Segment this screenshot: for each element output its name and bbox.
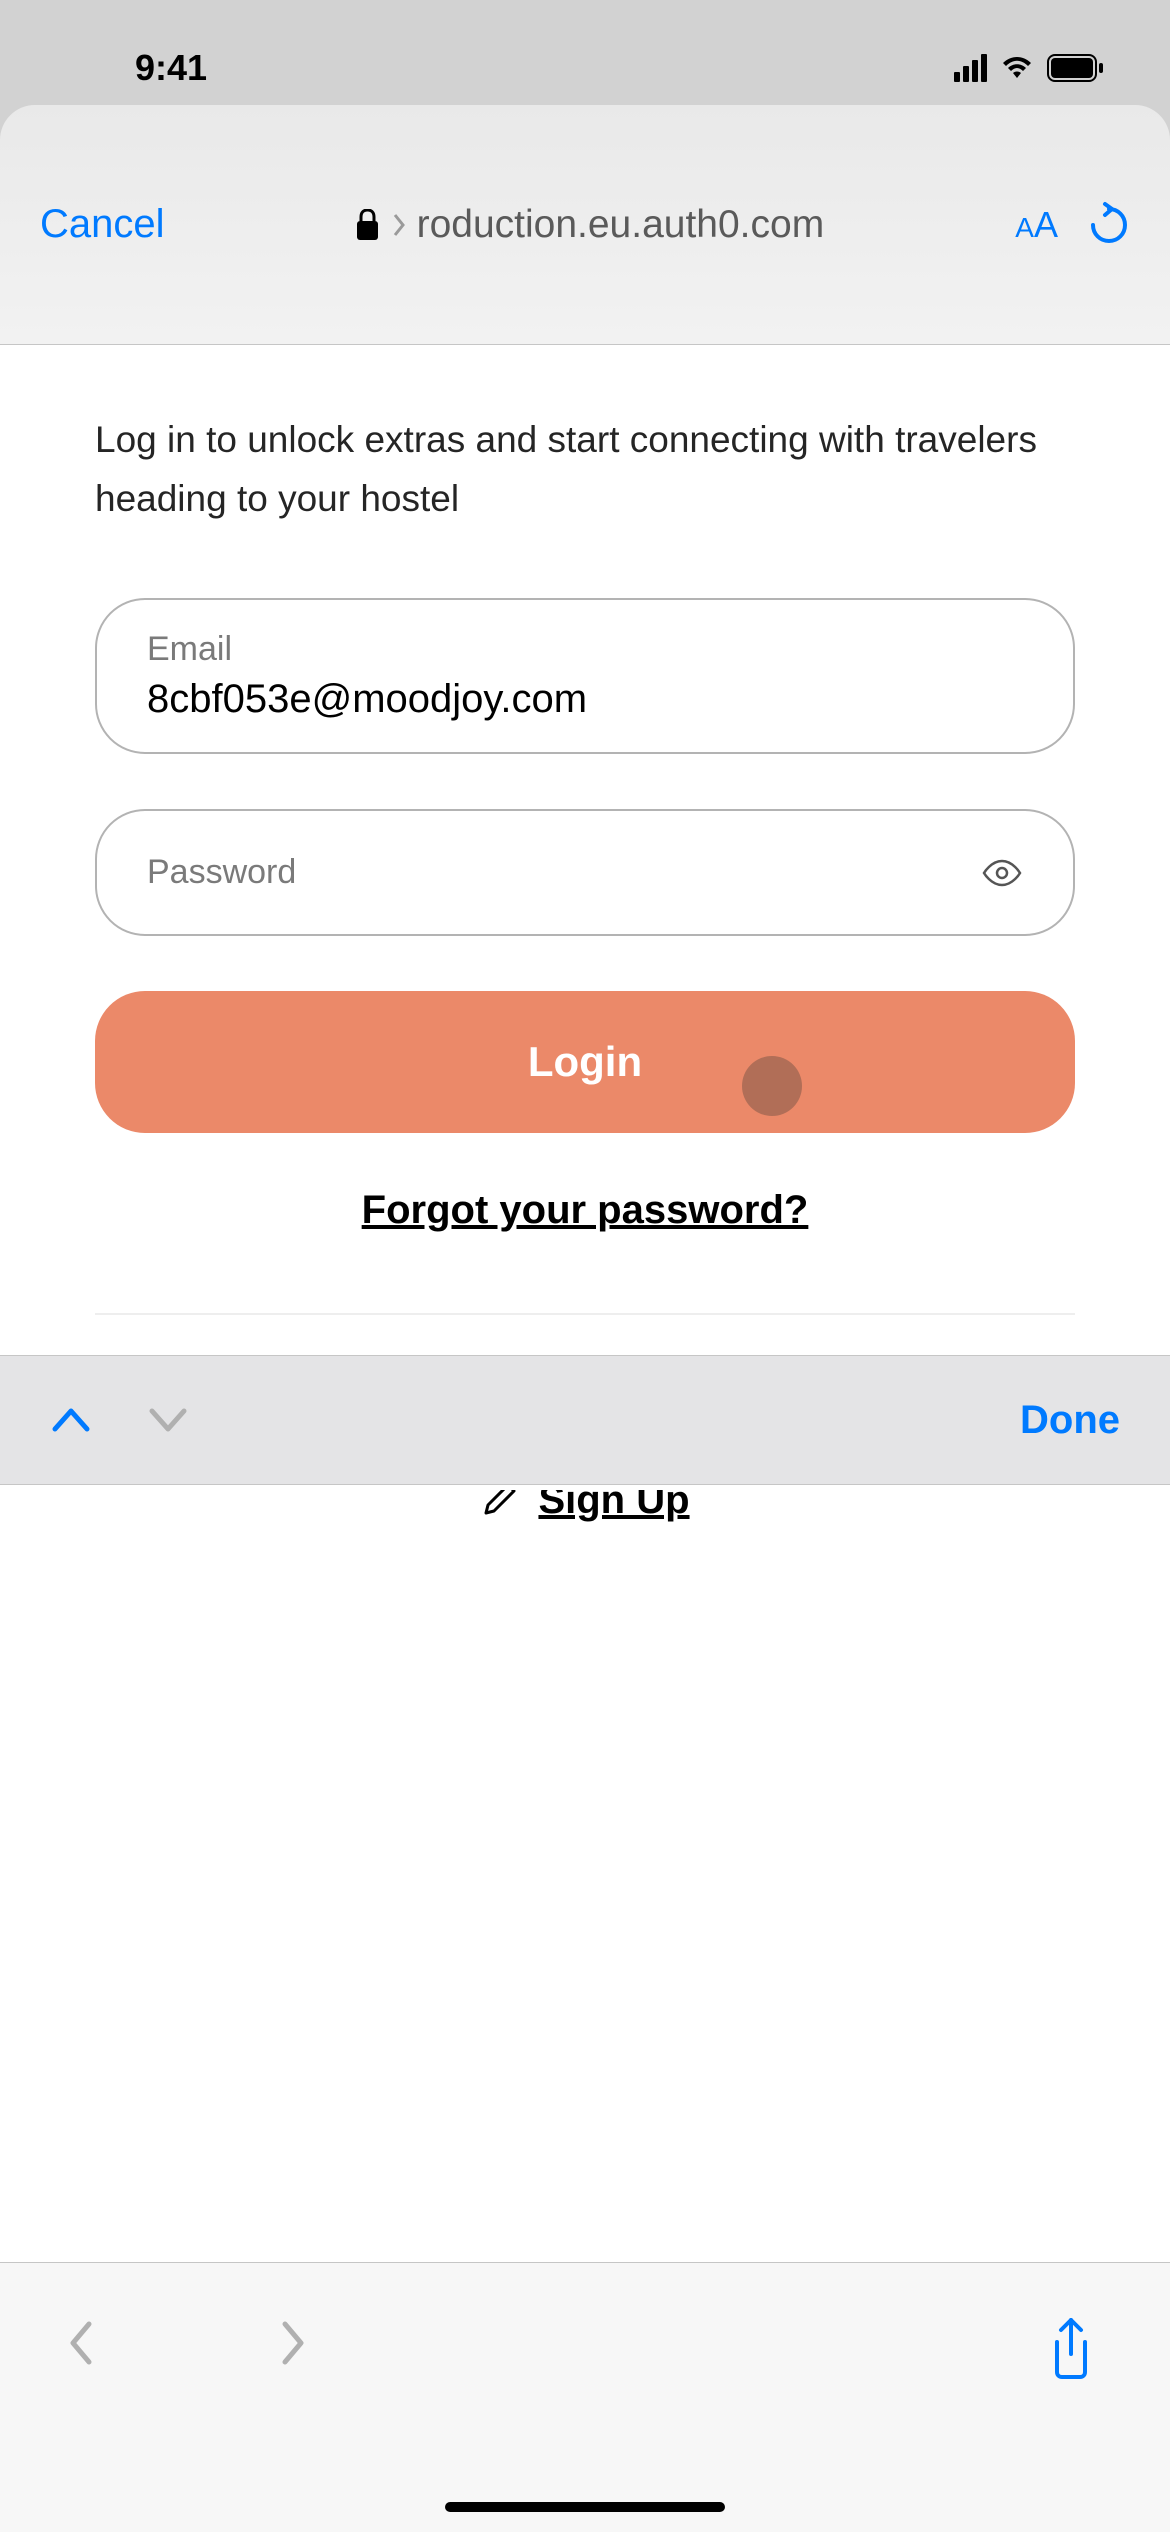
lock-icon [356, 209, 379, 241]
signup-link[interactable]: Sign Up [538, 1490, 689, 1523]
back-icon[interactable] [65, 2318, 97, 2368]
intro-text: Log in to unlock extras and start connec… [95, 410, 1075, 528]
cellular-signal-icon [954, 54, 987, 82]
done-button[interactable]: Done [1020, 1398, 1120, 1443]
browser-toolbar: Cancel roduction.eu.auth0.com AA [0, 105, 1170, 345]
wifi-icon [999, 54, 1035, 82]
forgot-password-link[interactable]: Forgot your password? [95, 1188, 1075, 1233]
email-label: Email [147, 630, 1023, 669]
share-icon[interactable] [1047, 2318, 1095, 2380]
cancel-button[interactable]: Cancel [40, 202, 165, 247]
keyboard-accessory-bar: Done [0, 1355, 1170, 1485]
status-time: 9:41 [135, 47, 207, 89]
refresh-icon[interactable] [1088, 201, 1130, 249]
home-indicator[interactable] [445, 2502, 725, 2512]
text-size-button[interactable]: AA [1015, 204, 1058, 246]
battery-icon [1047, 54, 1105, 82]
status-icons [954, 54, 1105, 82]
divider [95, 1313, 1075, 1315]
signup-peek: Sign Up [0, 1490, 1170, 1550]
eye-icon[interactable] [981, 859, 1023, 887]
bottom-toolbar [0, 2262, 1170, 2532]
email-input[interactable] [147, 677, 1023, 722]
proxy-indicator-icon [391, 212, 405, 238]
email-field[interactable]: Email [95, 598, 1075, 754]
address-text: roduction.eu.auth0.com [417, 203, 825, 247]
password-field[interactable]: Password [95, 809, 1075, 936]
next-field-icon[interactable] [147, 1405, 189, 1435]
password-label: Password [147, 853, 296, 892]
previous-field-icon[interactable] [50, 1405, 92, 1435]
login-button[interactable]: Login [95, 991, 1075, 1133]
login-form: Log in to unlock extras and start connec… [0, 345, 1170, 1315]
address-bar[interactable]: roduction.eu.auth0.com [165, 203, 1016, 247]
status-bar: 9:41 [0, 0, 1170, 105]
touch-indicator-icon [742, 1056, 802, 1116]
signup-icon [480, 1490, 518, 1519]
forward-icon[interactable] [277, 2318, 309, 2368]
